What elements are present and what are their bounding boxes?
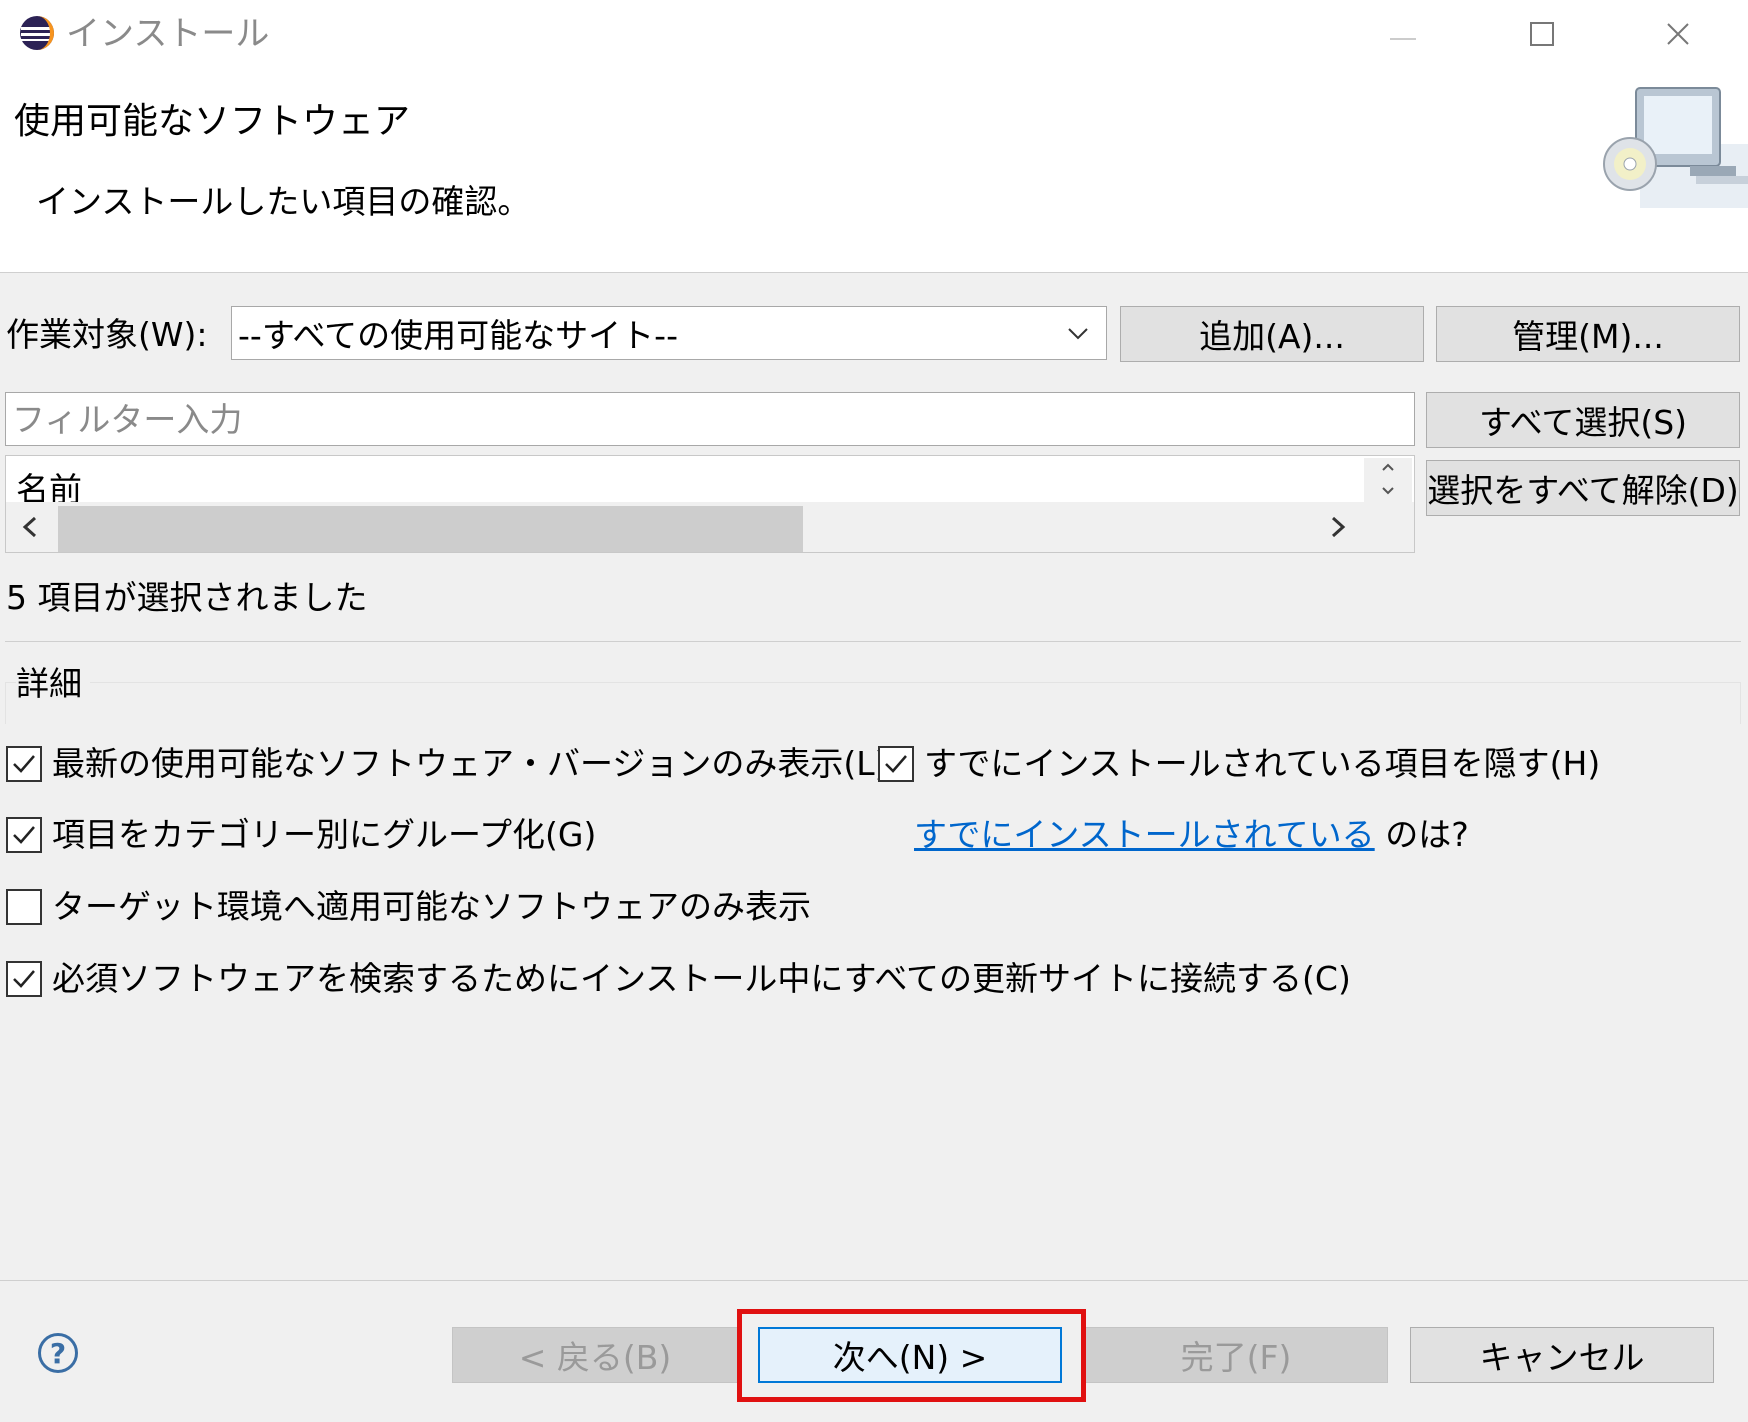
- footer-separator: [0, 1280, 1748, 1281]
- group-by-category-option[interactable]: 項目をカテゴリー別にグループ化(G): [6, 815, 596, 855]
- cancel-button[interactable]: キャンセル: [1410, 1327, 1714, 1383]
- hide-installed-option[interactable]: すでにインストールされている項目を隠す(H): [878, 744, 1600, 784]
- work-with-value: --すべての使用可能なサイト--: [238, 316, 679, 355]
- hide-installed-label: すでにインストールされている項目を隠す(H): [924, 744, 1601, 783]
- manage-sites-button[interactable]: 管理(M)...: [1436, 306, 1740, 362]
- finish-button[interactable]: 完了(F): [1084, 1327, 1388, 1383]
- page-title: 使用可能なソフトウェア: [14, 101, 411, 142]
- maximize-button[interactable]: [1512, 14, 1572, 54]
- window-title: インストール: [66, 14, 270, 54]
- chevron-down-icon: [1068, 328, 1088, 340]
- filter-input[interactable]: [5, 392, 1415, 446]
- details-group-frame: [5, 682, 1741, 724]
- details-group-title: 詳細: [16, 664, 90, 704]
- target-env-only-option[interactable]: ターゲット環境へ適用可能なソフトウェアのみ表示: [6, 887, 811, 927]
- chevron-left-icon: [22, 516, 37, 538]
- latest-only-checkbox[interactable]: [6, 746, 42, 782]
- chevron-down-icon: [1382, 487, 1394, 495]
- target-env-only-label: ターゲット環境へ適用可能なソフトウェアのみ表示: [52, 887, 811, 926]
- target-env-only-checkbox[interactable]: [6, 889, 42, 925]
- checkmark-icon: [13, 970, 35, 988]
- contact-all-sites-label: 必須ソフトウェアを検索するためにインストール中にすべての更新サイトに接続する(C…: [52, 959, 1351, 998]
- latest-only-option[interactable]: 最新の使用可能なソフトウェア・バージョンのみ表示(L): [6, 744, 887, 784]
- selection-status: 5 項目が選択されました: [6, 578, 368, 617]
- vertical-scrollbar[interactable]: [1364, 458, 1412, 504]
- minimize-icon: [1390, 38, 1416, 40]
- contact-all-sites-option[interactable]: 必須ソフトウェアを検索するためにインストール中にすべての更新サイトに接続する(C…: [6, 959, 1351, 999]
- latest-only-label: 最新の使用可能なソフトウェア・バージョンのみ表示(L): [52, 744, 888, 783]
- separator: [5, 641, 1741, 642]
- group-by-category-checkbox[interactable]: [6, 817, 42, 853]
- chevron-right-icon: [1331, 516, 1346, 538]
- software-tree[interactable]: 名前: [5, 455, 1415, 553]
- next-button-highlight: [737, 1309, 1086, 1402]
- back-button[interactable]: < 戻る(B): [452, 1327, 738, 1383]
- minimize-button[interactable]: [1373, 14, 1433, 54]
- horizontal-scrollbar[interactable]: [6, 502, 1414, 552]
- close-icon: [1667, 23, 1689, 45]
- group-by-category-label: 項目をカテゴリー別にグループ化(G): [52, 815, 597, 854]
- deselect-all-button[interactable]: 選択をすべて解除(D): [1426, 460, 1740, 516]
- work-with-label: 作業対象(W):: [6, 315, 208, 354]
- chevron-up-icon: [1382, 463, 1394, 471]
- already-installed-link[interactable]: すでにインストールされている: [914, 815, 1375, 854]
- page-description: インストールしたい項目の確認。: [36, 182, 531, 221]
- checkmark-icon: [13, 755, 35, 773]
- horizontal-scroll-thumb[interactable]: [58, 506, 803, 552]
- eclipse-app-icon: [20, 16, 54, 50]
- select-all-button[interactable]: すべて選択(S): [1426, 392, 1740, 448]
- close-button[interactable]: [1648, 14, 1708, 54]
- checkmark-icon: [13, 826, 35, 844]
- installed-info: すでにインストールされている のは?: [914, 815, 1469, 855]
- contact-all-sites-checkbox[interactable]: [6, 961, 42, 997]
- already-installed-suffix: のは?: [1385, 815, 1469, 854]
- checkmark-icon: [885, 755, 907, 773]
- help-icon[interactable]: ?: [38, 1333, 78, 1373]
- install-computer-icon: [1603, 87, 1748, 208]
- work-with-combo[interactable]: --すべての使用可能なサイト--: [231, 306, 1107, 360]
- hide-installed-checkbox[interactable]: [878, 746, 914, 782]
- add-site-button[interactable]: 追加(A)...: [1120, 306, 1424, 362]
- maximize-icon: [1530, 22, 1554, 46]
